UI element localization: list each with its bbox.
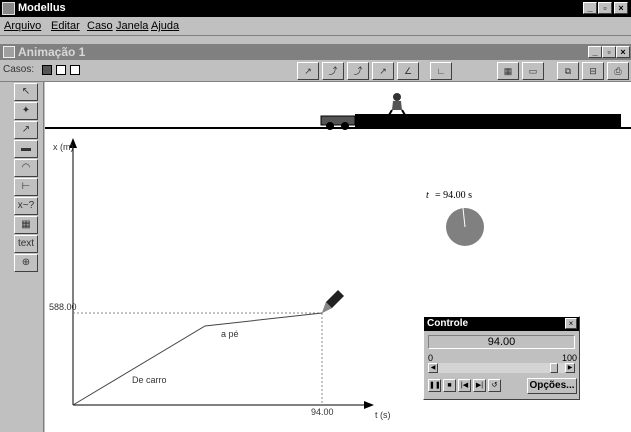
copy-button[interactable]: ⧉ [557,62,579,80]
slider-right-arrow-icon[interactable]: ▶ [565,363,575,373]
vector-tool-icon[interactable]: ↗ [14,121,38,139]
casos-label: Casos: [3,64,35,75]
slider-thumb[interactable] [550,363,558,373]
step-button[interactable]: ▶| [473,379,486,392]
controle-window: Controle × 94.00 0 100 ◀ ▶ ❚❚ ■ |◀ ▶| ↺ … [423,316,580,400]
segment-walk-label: a pé [221,329,239,339]
print-button[interactable]: ⎙ [607,62,629,80]
replay-button[interactable]: ↺ [488,379,501,392]
pencil-icon [322,290,344,313]
controle-value-field: 94.00 [428,335,575,349]
pause-button[interactable]: ❚❚ [428,379,441,392]
menu-arquivo[interactable]: Arquivo [4,20,41,32]
case-3-toggle[interactable] [70,65,80,75]
close-button[interactable]: × [614,2,628,14]
controle-min-label: 0 [428,353,434,363]
child-restore-button[interactable]: ▫ [602,46,616,58]
text-tool-icon[interactable]: text [14,235,38,253]
graph-style-5-button[interactable]: ∠ [397,62,419,80]
measure-tool-icon[interactable]: ⊕ [14,254,38,272]
x-marker-label: 94.00 [311,407,334,417]
graph-style-4-button[interactable]: ↗ [372,62,394,80]
tool-palette: ↖ ✦ ↗ ▬ ◠ ⊢ x~? ▦ text ⊕ [0,82,44,432]
graph-style-1-button[interactable]: ↗ [297,62,319,80]
bar-tool-icon[interactable]: ▬ [14,140,38,158]
rewind-button[interactable]: |◀ [458,379,471,392]
graph-style-2-button[interactable]: ⤴ [322,62,344,80]
controle-title: Controle [424,317,579,331]
menu-editar[interactable]: Editar [51,20,80,32]
case-1-toggle[interactable] [42,65,52,75]
opcoes-button[interactable]: Opções... [527,378,577,394]
restore-button[interactable]: ▫ [598,2,612,14]
graph-style-3-button[interactable]: ⤴ [347,62,369,80]
app-title: Modellus [18,2,66,14]
time-readout-value: = 94.00 s [435,190,473,201]
toolbar: Casos: ↗ ⤴ ⤴ ↗ ∠ ∟ ▦ ▭ ⧉ ⊟ ⎙ [0,60,631,82]
gauge-tool-icon[interactable]: ◠ [14,159,38,177]
app-title-bar: Modellus _ ▫ × [0,0,631,17]
slider-tool-icon[interactable]: ⊢ [14,178,38,196]
stop-button[interactable]: ■ [443,379,456,392]
y-marker-label: 588.00 [49,302,77,312]
child-close-button[interactable]: × [616,46,630,58]
person-object[interactable] [388,93,406,116]
slider-track[interactable] [438,363,565,373]
table-tool-icon[interactable]: ▦ [14,216,38,234]
particle-tool-icon[interactable]: ✦ [14,102,38,120]
xy-tool-icon[interactable]: x~? [14,197,38,215]
menu-bar: Arquivo Editar Caso Janela Ajuda [0,17,631,36]
road-block [355,114,621,127]
case-2-toggle[interactable] [56,65,66,75]
app-icon [2,2,15,15]
controle-max-label: 100 [562,353,578,363]
window-icon [3,46,15,58]
layout-button[interactable]: ⊟ [582,62,604,80]
time-readout-var: t [426,190,429,201]
x-axis-label: t (s) [375,410,391,420]
menu-caso[interactable]: Caso [87,20,113,32]
child-window-title-bar: Animação 1 _ ▫ × [0,44,631,60]
child-minimize-button[interactable]: _ [588,46,602,58]
slider-left-arrow-icon[interactable]: ◀ [428,363,438,373]
position-curve [72,312,323,406]
table-view-button[interactable]: ▦ [497,62,519,80]
minimize-button[interactable]: _ [583,2,597,14]
pointer-tool-icon[interactable]: ↖ [14,83,38,101]
controle-close-button[interactable]: × [565,318,577,329]
menu-janela[interactable]: Janela [116,20,148,32]
road-line [45,127,631,129]
segment-car-label: De carro [132,375,167,385]
y-axis-label: x (m) [53,142,74,152]
menu-ajuda[interactable]: Ajuda [151,20,179,32]
time-slider[interactable]: ◀ ▶ [428,363,575,373]
x-axis-arrow-icon [364,401,374,409]
graph-style-6-button[interactable]: ∟ [430,62,452,80]
window-title: Animação 1 [18,45,86,59]
window-view-button[interactable]: ▭ [522,62,544,80]
